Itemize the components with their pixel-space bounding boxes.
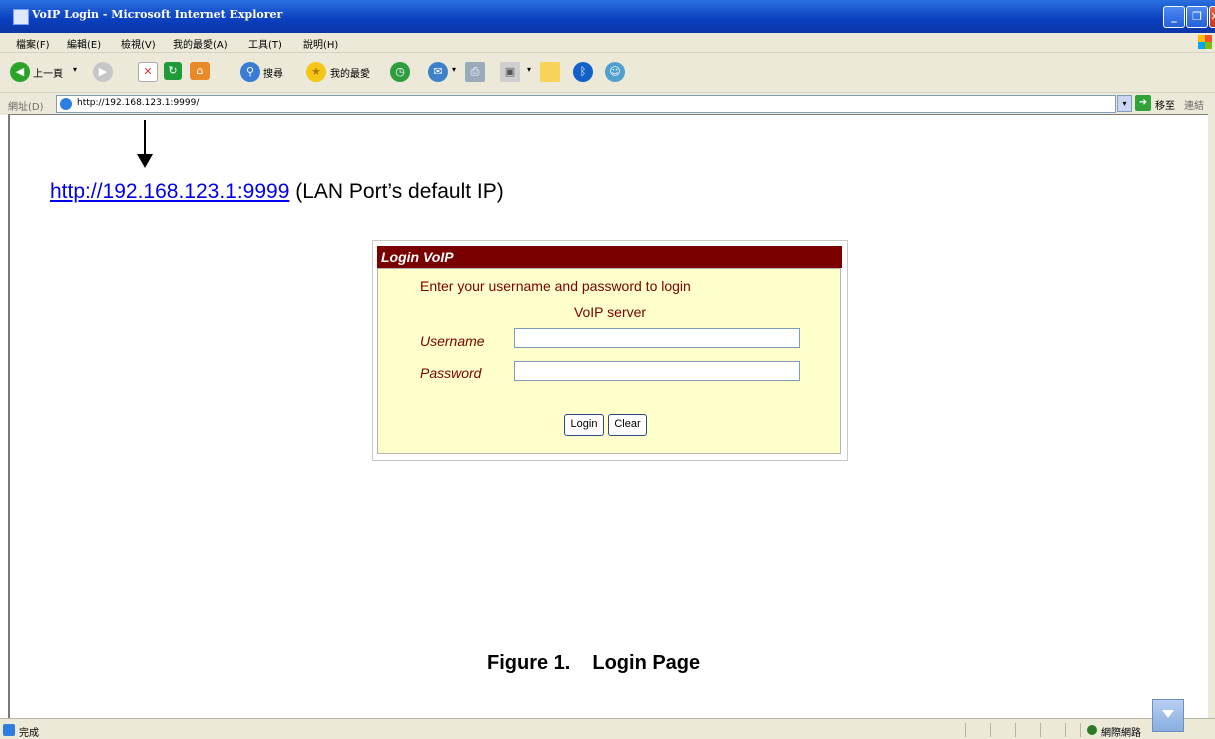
history-icon[interactable]: ◷	[390, 62, 410, 82]
menu-edit[interactable]: 編輯(E)	[67, 36, 101, 51]
links-label[interactable]: 連結	[1184, 97, 1204, 112]
status-divider	[990, 723, 991, 737]
status-divider	[1040, 723, 1041, 737]
status-text: 完成	[19, 728, 39, 739]
login-prompt-line2: VoIP server	[573, 304, 647, 320]
notes-icon[interactable]	[540, 62, 560, 82]
search-icon[interactable]: ⚲	[240, 62, 260, 82]
address-bar: 網址(D) http://192.168.123.1:9999/	[0, 92, 1215, 115]
internet-zone-label: 網際網路	[1101, 728, 1141, 739]
login-panel: Login VoIP Enter your username and passw…	[372, 240, 848, 461]
internet-zone-icon	[1087, 725, 1097, 735]
address-input[interactable]: http://192.168.123.1:9999/	[56, 95, 1116, 113]
username-input[interactable]	[514, 328, 800, 348]
messenger-icon[interactable]: ☺	[605, 62, 625, 82]
scroll-down-button[interactable]	[1152, 699, 1184, 732]
menu-file[interactable]: 檔案(F)	[16, 36, 50, 51]
username-label: Username	[420, 333, 485, 349]
mail-icon[interactable]: ✉	[428, 62, 448, 82]
login-header: Login VoIP	[377, 246, 842, 268]
pointer-arrow-line	[144, 120, 146, 157]
default-ip-annotation: http://192.168.123.1:9999 (LAN Port’s de…	[50, 180, 504, 204]
close-button[interactable]: ✕	[1209, 6, 1215, 28]
login-form: Enter your username and password to logi…	[377, 268, 841, 454]
favorites-star-icon[interactable]: ★	[306, 62, 326, 82]
scroll-down-icon	[1162, 710, 1174, 718]
menu-favorites[interactable]: 我的最愛(A)	[173, 36, 228, 51]
back-arrow-icon[interactable]: ◀	[10, 62, 30, 82]
ie-icon	[13, 9, 29, 25]
menu-view[interactable]: 檢視(V)	[121, 36, 156, 51]
edit-icon[interactable]: ▣	[500, 62, 520, 82]
address-dropdown-icon[interactable]: ▾	[1117, 95, 1132, 112]
default-ip-link[interactable]: http://192.168.123.1:9999	[50, 180, 289, 203]
clear-button[interactable]: Clear	[608, 414, 647, 436]
home-icon[interactable]: ⌂	[190, 62, 210, 80]
go-button-label[interactable]: 移至	[1155, 97, 1175, 112]
address-label: 網址(D)	[8, 102, 44, 113]
minimize-button[interactable]: _	[1163, 6, 1185, 28]
figure-title: Login Page	[592, 652, 701, 674]
menu-bar: 檔案(F) 編輯(E) 檢視(V) 我的最愛(A) 工具(T) 說明(H)	[0, 33, 1215, 52]
maximize-button[interactable]: ❐	[1186, 6, 1208, 28]
status-divider	[965, 723, 966, 737]
login-button[interactable]: Login	[564, 414, 604, 436]
back-dropdown-icon[interactable]: ▾	[73, 65, 77, 74]
figure-caption: Figure 1. Login Page	[487, 652, 700, 675]
print-icon[interactable]: ⎙	[465, 62, 485, 82]
menu-help[interactable]: 說明(H)	[303, 36, 338, 51]
refresh-icon[interactable]: ↻	[164, 62, 182, 80]
bluetooth-icon[interactable]: ᛒ	[573, 62, 593, 82]
login-prompt-line1: Enter your username and password to logi…	[420, 278, 691, 294]
status-bar: 完成 網際網路	[0, 718, 1215, 739]
page-done-icon	[3, 724, 15, 736]
status-divider	[1065, 723, 1066, 737]
toolbar: ◀ 上一頁 ▾ ▶ ✕ ↻ ⌂ ⚲ 搜尋 ★ 我的最愛 ◷ ✉ ▾ ⎙ ▣ ▾ …	[0, 52, 1215, 93]
edit-dropdown-icon[interactable]: ▾	[527, 65, 531, 74]
scrollbar[interactable]	[1208, 114, 1215, 718]
forward-arrow-icon[interactable]: ▶	[93, 62, 113, 82]
title-bar: VoIP Login - Microsoft Internet Explorer…	[0, 0, 1215, 33]
back-button-label[interactable]: 上一頁	[33, 65, 63, 80]
go-arrow-icon[interactable]: ➜	[1135, 95, 1151, 111]
annotation-note: (LAN Port’s default IP)	[289, 180, 504, 203]
login-header-title: Login VoIP	[381, 249, 454, 265]
search-button-label[interactable]: 搜尋	[263, 65, 283, 80]
mail-dropdown-icon[interactable]: ▾	[452, 65, 456, 74]
address-url[interactable]: http://192.168.123.1:9999/	[77, 98, 199, 108]
pointer-arrow-head	[137, 154, 153, 168]
figure-number: Figure 1.	[487, 652, 571, 674]
windows-logo-icon	[1198, 35, 1212, 49]
favorites-button-label[interactable]: 我的最愛	[330, 65, 370, 80]
password-input[interactable]	[514, 361, 800, 381]
window-title: VoIP Login - Microsoft Internet Explorer	[32, 8, 283, 21]
password-label: Password	[420, 365, 482, 381]
status-divider	[1080, 723, 1081, 737]
menu-tools[interactable]: 工具(T)	[248, 36, 282, 51]
stop-icon[interactable]: ✕	[138, 62, 158, 82]
page-icon	[60, 98, 72, 110]
status-divider	[1015, 723, 1016, 737]
